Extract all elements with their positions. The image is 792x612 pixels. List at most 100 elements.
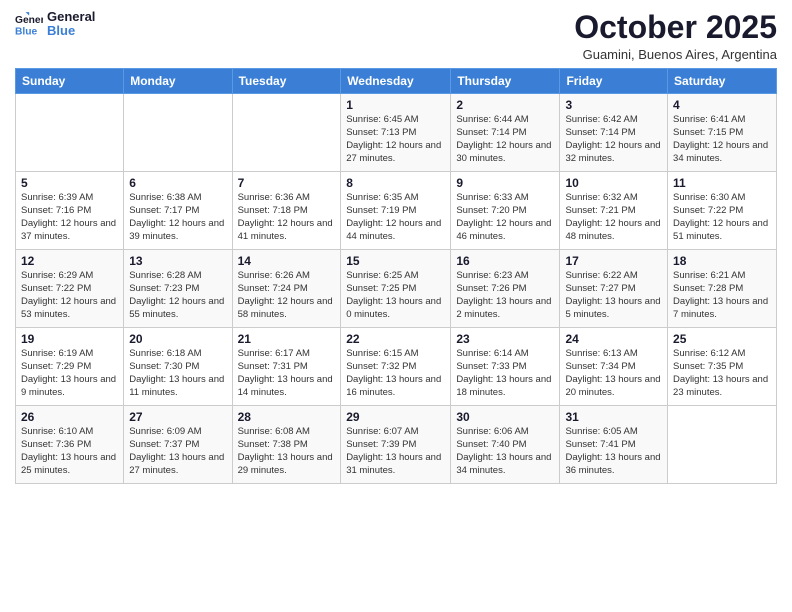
calendar-week-5: 26 Sunrise: 6:10 AM Sunset: 7:36 PM Dayli… (16, 406, 777, 484)
calendar-cell: 16 Sunrise: 6:23 AM Sunset: 7:26 PM Dayli… (451, 250, 560, 328)
calendar-cell: 6Sunrise: 6:38 AM Sunset: 7:17 PM Daylig… (124, 172, 232, 250)
logo-icon: General Blue (15, 10, 43, 38)
day-info: Sunrise: 6:18 AM Sunset: 7:30 PM Dayligh… (129, 348, 226, 399)
day-info: Sunrise: 6:29 AM Sunset: 7:22 PM Dayligh… (21, 270, 118, 321)
day-info: Sunrise: 6:23 AM Sunset: 7:26 PM Dayligh… (456, 270, 554, 321)
day-number: 26 (21, 410, 118, 424)
day-number: 23 (456, 332, 554, 346)
day-header-thursday: Thursday (451, 69, 560, 94)
svg-text:General: General (15, 15, 43, 26)
calendar-week-1: 1 Sunrise: 6:45 AM Sunset: 7:13 PM Daylig… (16, 94, 777, 172)
day-info: Sunrise: 6:10 AM Sunset: 7:36 PM Dayligh… (21, 426, 118, 477)
day-number: 20 (129, 332, 226, 346)
day-number: 16 (456, 254, 554, 268)
calendar-cell: 11 Sunrise: 6:30 AM Sunset: 7:22 PM Dayli… (668, 172, 777, 250)
logo-line1: General (47, 10, 95, 24)
calendar-cell (232, 94, 341, 172)
calendar-cell: 17 Sunrise: 6:22 AM Sunset: 7:27 PM Dayli… (560, 250, 668, 328)
calendar-cell: 26 Sunrise: 6:10 AM Sunset: 7:36 PM Dayli… (16, 406, 124, 484)
calendar-week-3: 12 Sunrise: 6:29 AM Sunset: 7:22 PM Dayli… (16, 250, 777, 328)
day-info: Sunrise: 6:14 AM Sunset: 7:33 PM Dayligh… (456, 348, 554, 399)
day-info: Sunrise: 6:28 AM Sunset: 7:23 PM Dayligh… (129, 270, 226, 321)
day-info: Sunrise: 6:33 AM Sunset: 7:20 PM Dayligh… (456, 192, 554, 243)
day-info: Sunrise: 6:22 AM Sunset: 7:27 PM Dayligh… (565, 270, 662, 321)
day-number: 25 (673, 332, 771, 346)
day-number: 15 (346, 254, 445, 268)
calendar-cell (16, 94, 124, 172)
day-number: 5 (21, 176, 118, 190)
day-info: Sunrise: 6:44 AM Sunset: 7:14 PM Dayligh… (456, 114, 554, 165)
calendar-cell: 28 Sunrise: 6:08 AM Sunset: 7:38 PM Dayli… (232, 406, 341, 484)
day-header-tuesday: Tuesday (232, 69, 341, 94)
calendar-cell: 2 Sunrise: 6:44 AM Sunset: 7:14 PM Daylig… (451, 94, 560, 172)
day-number: 30 (456, 410, 554, 424)
calendar-cell: 13 Sunrise: 6:28 AM Sunset: 7:23 PM Dayli… (124, 250, 232, 328)
day-info: Sunrise: 6:30 AM Sunset: 7:22 PM Dayligh… (673, 192, 771, 243)
day-info: Sunrise: 6:09 AM Sunset: 7:37 PM Dayligh… (129, 426, 226, 477)
day-number: 27 (129, 410, 226, 424)
day-info: Sunrise: 6:38 AM Sunset: 7:17 PM Dayligh… (129, 192, 226, 243)
day-number: 22 (346, 332, 445, 346)
day-info: Sunrise: 6:19 AM Sunset: 7:29 PM Dayligh… (21, 348, 118, 399)
day-info: Sunrise: 6:06 AM Sunset: 7:40 PM Dayligh… (456, 426, 554, 477)
day-number: 29 (346, 410, 445, 424)
calendar-week-4: 19 Sunrise: 6:19 AM Sunset: 7:29 PM Dayli… (16, 328, 777, 406)
day-number: 12 (21, 254, 118, 268)
day-info: Sunrise: 6:13 AM Sunset: 7:34 PM Dayligh… (565, 348, 662, 399)
calendar-cell: 4 Sunrise: 6:41 AM Sunset: 7:15 PM Daylig… (668, 94, 777, 172)
day-number: 10 (565, 176, 662, 190)
day-header-wednesday: Wednesday (341, 69, 451, 94)
calendar-cell: 10 Sunrise: 6:32 AM Sunset: 7:21 PM Dayli… (560, 172, 668, 250)
calendar-cell: 20 Sunrise: 6:18 AM Sunset: 7:30 PM Dayli… (124, 328, 232, 406)
day-number: 13 (129, 254, 226, 268)
day-info: Sunrise: 6:35 AM Sunset: 7:19 PM Dayligh… (346, 192, 445, 243)
calendar: SundayMondayTuesdayWednesdayThursdayFrid… (15, 68, 777, 484)
day-info: Sunrise: 6:17 AM Sunset: 7:31 PM Dayligh… (238, 348, 336, 399)
day-info: Sunrise: 6:41 AM Sunset: 7:15 PM Dayligh… (673, 114, 771, 165)
day-number: 11 (673, 176, 771, 190)
day-number: 24 (565, 332, 662, 346)
calendar-cell: 3Sunrise: 6:42 AM Sunset: 7:14 PM Daylig… (560, 94, 668, 172)
day-info: Sunrise: 6:39 AM Sunset: 7:16 PM Dayligh… (21, 192, 118, 243)
calendar-cell: 14 Sunrise: 6:26 AM Sunset: 7:24 PM Dayli… (232, 250, 341, 328)
day-info: Sunrise: 6:08 AM Sunset: 7:38 PM Dayligh… (238, 426, 336, 477)
calendar-cell: 18 Sunrise: 6:21 AM Sunset: 7:28 PM Dayli… (668, 250, 777, 328)
title-block: October 2025 Guamini, Buenos Aires, Arge… (574, 10, 777, 62)
calendar-cell: 22 Sunrise: 6:15 AM Sunset: 7:32 PM Dayli… (341, 328, 451, 406)
day-number: 2 (456, 98, 554, 112)
day-info: Sunrise: 6:42 AM Sunset: 7:14 PM Dayligh… (565, 114, 662, 165)
calendar-cell: 19 Sunrise: 6:19 AM Sunset: 7:29 PM Dayli… (16, 328, 124, 406)
calendar-cell: 25Sunrise: 6:12 AM Sunset: 7:35 PM Dayli… (668, 328, 777, 406)
day-header-saturday: Saturday (668, 69, 777, 94)
calendar-cell: 9Sunrise: 6:33 AM Sunset: 7:20 PM Daylig… (451, 172, 560, 250)
day-info: Sunrise: 6:26 AM Sunset: 7:24 PM Dayligh… (238, 270, 336, 321)
calendar-header-row: SundayMondayTuesdayWednesdayThursdayFrid… (16, 69, 777, 94)
day-number: 31 (565, 410, 662, 424)
calendar-cell: 29 Sunrise: 6:07 AM Sunset: 7:39 PM Dayli… (341, 406, 451, 484)
day-info: Sunrise: 6:36 AM Sunset: 7:18 PM Dayligh… (238, 192, 336, 243)
day-number: 28 (238, 410, 336, 424)
day-number: 4 (673, 98, 771, 112)
day-number: 19 (21, 332, 118, 346)
day-header-sunday: Sunday (16, 69, 124, 94)
day-info: Sunrise: 6:07 AM Sunset: 7:39 PM Dayligh… (346, 426, 445, 477)
day-number: 17 (565, 254, 662, 268)
day-info: Sunrise: 6:15 AM Sunset: 7:32 PM Dayligh… (346, 348, 445, 399)
calendar-cell: 15Sunrise: 6:25 AM Sunset: 7:25 PM Dayli… (341, 250, 451, 328)
day-number: 18 (673, 254, 771, 268)
day-number: 21 (238, 332, 336, 346)
svg-text:Blue: Blue (15, 27, 38, 38)
calendar-cell: 12 Sunrise: 6:29 AM Sunset: 7:22 PM Dayli… (16, 250, 124, 328)
day-number: 1 (346, 98, 445, 112)
day-info: Sunrise: 6:21 AM Sunset: 7:28 PM Dayligh… (673, 270, 771, 321)
location-subtitle: Guamini, Buenos Aires, Argentina (574, 47, 777, 62)
day-info: Sunrise: 6:45 AM Sunset: 7:13 PM Dayligh… (346, 114, 445, 165)
day-header-friday: Friday (560, 69, 668, 94)
calendar-cell: 31 Sunrise: 6:05 AM Sunset: 7:41 PM Dayli… (560, 406, 668, 484)
day-info: Sunrise: 6:05 AM Sunset: 7:41 PM Dayligh… (565, 426, 662, 477)
day-number: 14 (238, 254, 336, 268)
calendar-cell: 27 Sunrise: 6:09 AM Sunset: 7:37 PM Dayli… (124, 406, 232, 484)
calendar-cell: 23 Sunrise: 6:14 AM Sunset: 7:33 PM Dayli… (451, 328, 560, 406)
logo: General Blue General Blue (15, 10, 95, 39)
day-info: Sunrise: 6:32 AM Sunset: 7:21 PM Dayligh… (565, 192, 662, 243)
